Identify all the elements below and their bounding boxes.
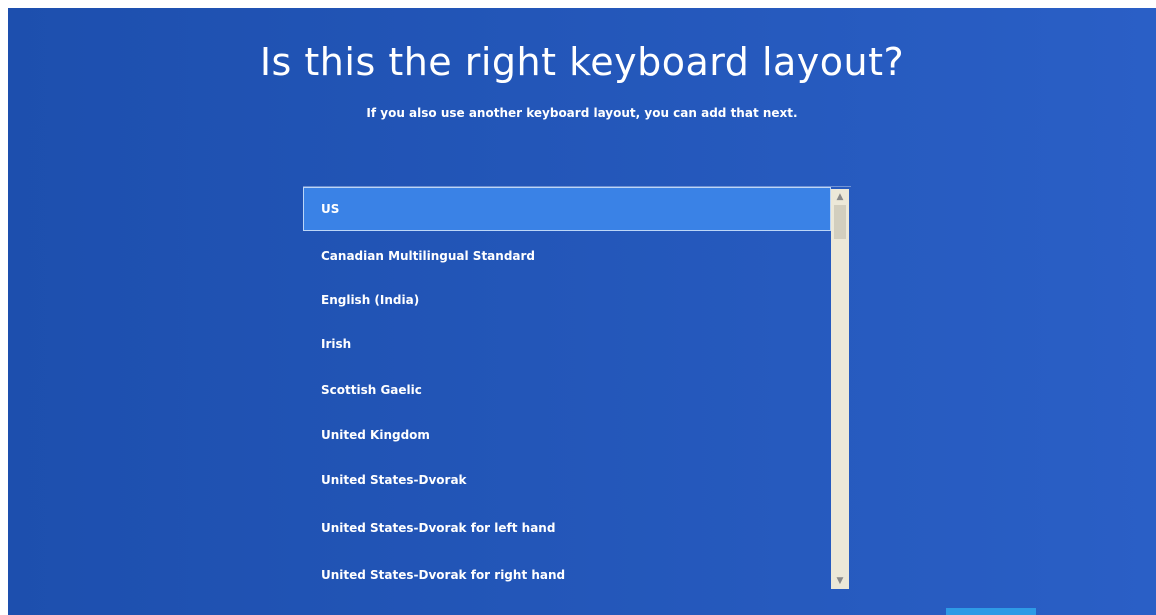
chevron-up-icon[interactable]: ▲	[831, 189, 849, 205]
next-button-edge[interactable]	[946, 608, 1036, 615]
page-subtitle: If you also use another keyboard layout,…	[366, 106, 798, 120]
list-item-united-states-dvorak-right-hand[interactable]: United States-Dvorak for right hand	[303, 553, 831, 597]
list-scrollbar[interactable]: ▲ ▼	[831, 189, 849, 589]
list-item-united-states-dvorak-left-hand[interactable]: United States-Dvorak for left hand	[303, 506, 831, 550]
setup-screen: Is this the right keyboard layout? If yo…	[8, 8, 1156, 615]
keyboard-layout-list: US Canadian Multilingual Standard Englis…	[303, 187, 833, 592]
list-item-us[interactable]: US	[303, 187, 831, 231]
list-item-united-states-dvorak[interactable]: United States-Dvorak	[303, 458, 831, 502]
keyboard-layout-listbox[interactable]: US Canadian Multilingual Standard Englis…	[303, 186, 851, 592]
chevron-down-icon[interactable]: ▼	[831, 573, 849, 589]
scrollbar-thumb[interactable]	[834, 205, 846, 239]
list-item-irish[interactable]: Irish	[303, 322, 831, 366]
list-item-united-kingdom[interactable]: United Kingdom	[303, 413, 831, 457]
page-title: Is this the right keyboard layout?	[259, 40, 905, 84]
list-item-english-india[interactable]: English (India)	[303, 278, 831, 322]
list-item-canadian-multilingual-standard[interactable]: Canadian Multilingual Standard	[303, 234, 831, 278]
list-item-scottish-gaelic[interactable]: Scottish Gaelic	[303, 368, 831, 412]
